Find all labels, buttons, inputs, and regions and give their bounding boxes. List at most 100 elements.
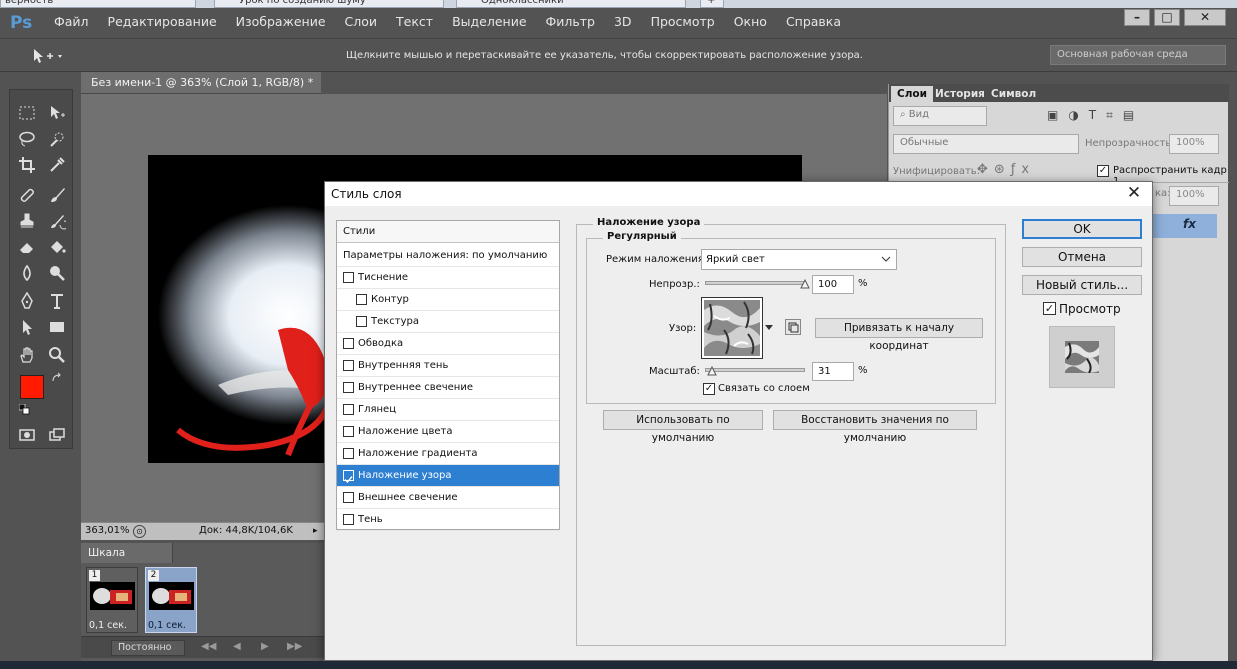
timeline-tab[interactable]: Шкала времени bbox=[81, 543, 173, 579]
blend-mode-select[interactable]: Обычные bbox=[893, 134, 1079, 154]
maximize-button[interactable]: □ bbox=[1154, 9, 1180, 26]
browser-tab[interactable]: верность bbox=[0, 0, 196, 8]
paint-bucket-tool-icon[interactable] bbox=[46, 236, 68, 258]
path-selection-tool-icon[interactable] bbox=[16, 316, 38, 338]
style-item[interactable]: Обводка bbox=[337, 333, 559, 355]
style-checkbox[interactable] bbox=[343, 272, 354, 283]
timeline-frame[interactable]: 1 0,1 сек. bbox=[86, 567, 138, 633]
fill-field[interactable]: 100% bbox=[1169, 186, 1219, 206]
browser-tab[interactable]: Одноклассники bbox=[456, 0, 686, 8]
style-checkbox[interactable] bbox=[356, 316, 367, 327]
close-window-button[interactable]: ✕ bbox=[1184, 9, 1226, 26]
layer-filter-icons[interactable]: ▣◑T⌗▤ bbox=[1047, 108, 1147, 124]
move-icon[interactable] bbox=[46, 102, 68, 124]
prev-frame-icon[interactable]: ◀ bbox=[233, 641, 241, 652]
style-item[interactable]: Контур bbox=[337, 289, 559, 311]
zoom-tool-icon[interactable] bbox=[46, 344, 68, 366]
scale-slider[interactable] bbox=[705, 368, 805, 372]
play-icon[interactable]: ▶ bbox=[261, 641, 269, 652]
scale-field[interactable]: 31 bbox=[812, 362, 854, 381]
menu-file[interactable]: Файл bbox=[54, 14, 89, 29]
preview-checkbox[interactable]: ✓ bbox=[1043, 302, 1056, 315]
minimize-button[interactable]: – bbox=[1124, 9, 1150, 26]
ok-button[interactable]: OK bbox=[1022, 219, 1142, 239]
style-checkbox[interactable] bbox=[343, 360, 354, 371]
style-item[interactable]: Внешнее свечение bbox=[337, 487, 559, 509]
opacity-slider[interactable] bbox=[705, 281, 805, 285]
style-checkbox[interactable] bbox=[343, 338, 354, 349]
first-frame-icon[interactable]: ◀◀ bbox=[201, 641, 216, 652]
menu-image[interactable]: Изображение bbox=[236, 14, 326, 29]
menu-select[interactable]: Выделение bbox=[452, 14, 526, 29]
propagate-checkbox[interactable]: ✓ bbox=[1097, 165, 1109, 177]
dodge-tool-icon[interactable] bbox=[46, 262, 68, 284]
blur-tool-icon[interactable] bbox=[16, 262, 38, 284]
style-item[interactable]: Внутренняя тень bbox=[337, 355, 559, 377]
opacity-field[interactable]: 100 bbox=[812, 275, 854, 294]
unify-icons[interactable]: ✥⊛ƒx bbox=[977, 162, 1035, 177]
layer-filter-select[interactable]: ⌕ Вид bbox=[893, 106, 987, 126]
document-tab[interactable]: Без имени-1 @ 363% (Слой 1, RGB/8) * ✕ bbox=[81, 72, 321, 111]
style-item[interactable]: Глянец bbox=[337, 399, 559, 421]
quick-selection-tool-icon[interactable] bbox=[46, 128, 68, 150]
zoom-level[interactable]: 363,01% bbox=[85, 525, 130, 536]
frame-delay[interactable]: 0,1 сек. bbox=[148, 620, 186, 631]
foreground-color-swatch[interactable] bbox=[20, 375, 44, 399]
style-checkbox[interactable] bbox=[343, 514, 354, 525]
style-checkbox[interactable] bbox=[343, 382, 354, 393]
eyedropper-tool-icon[interactable] bbox=[46, 154, 68, 176]
style-item[interactable]: Наложение узора bbox=[337, 465, 559, 487]
layer-row-selected[interactable]: fx bbox=[1153, 214, 1217, 238]
style-checkbox[interactable] bbox=[343, 448, 354, 459]
tab-character[interactable]: Символ bbox=[985, 86, 1042, 102]
tab-layers[interactable]: Слои bbox=[891, 86, 933, 102]
style-checkbox[interactable] bbox=[343, 404, 354, 415]
scale-slider-thumb[interactable] bbox=[707, 366, 717, 376]
new-preset-icon[interactable] bbox=[785, 319, 801, 335]
pen-tool-icon[interactable] bbox=[16, 290, 38, 312]
opacity-slider-thumb[interactable] bbox=[800, 279, 810, 289]
menu-3d[interactable]: 3D bbox=[614, 14, 632, 29]
menu-type[interactable]: Текст bbox=[396, 14, 433, 29]
lasso-tool-icon[interactable] bbox=[16, 128, 38, 150]
style-checkbox[interactable] bbox=[343, 492, 354, 503]
make-default-button[interactable]: Использовать по умолчанию bbox=[603, 410, 763, 444]
menu-layers[interactable]: Слои bbox=[345, 14, 378, 29]
menu-window[interactable]: Окно bbox=[734, 14, 767, 29]
eraser-tool-icon[interactable] bbox=[16, 236, 38, 258]
move-tool-icon[interactable] bbox=[30, 47, 64, 65]
tab-history[interactable]: История bbox=[929, 86, 991, 102]
type-tool-icon[interactable] bbox=[46, 290, 68, 312]
default-colors-icon[interactable] bbox=[18, 403, 30, 415]
healing-brush-tool-icon[interactable] bbox=[16, 184, 38, 206]
crop-tool-icon[interactable] bbox=[16, 154, 38, 176]
style-item[interactable]: Наложение цвета bbox=[337, 421, 559, 443]
screen-mode-icon[interactable] bbox=[46, 424, 68, 446]
quick-mask-icon[interactable] bbox=[16, 424, 38, 446]
blend-mode-select[interactable]: Яркий свет bbox=[701, 249, 897, 270]
dialog-close-button[interactable]: ✕ bbox=[1124, 184, 1144, 204]
snap-to-origin-button[interactable]: Привязать к началу координат bbox=[815, 318, 983, 352]
style-checkbox[interactable] bbox=[343, 470, 354, 484]
frame-delay[interactable]: 0,1 сек. bbox=[89, 620, 127, 631]
hand-tool-icon[interactable] bbox=[16, 344, 38, 366]
menu-view[interactable]: Просмотр bbox=[651, 14, 715, 29]
opacity-field[interactable]: 100% bbox=[1169, 134, 1219, 154]
browser-tab[interactable]: Урок по созданию шуму bbox=[214, 0, 444, 8]
clone-stamp-tool-icon[interactable] bbox=[16, 210, 38, 232]
marquee-tool-icon[interactable] bbox=[16, 102, 38, 124]
history-brush-tool-icon[interactable] bbox=[46, 210, 68, 232]
pattern-dropdown-icon[interactable] bbox=[765, 325, 773, 331]
swap-colors-icon[interactable] bbox=[51, 372, 63, 384]
style-item[interactable]: Тень bbox=[337, 509, 559, 531]
menu-filter[interactable]: Фильтр bbox=[546, 14, 595, 29]
styles-header[interactable]: Стили bbox=[337, 221, 559, 243]
menu-help[interactable]: Справка bbox=[786, 14, 841, 29]
timeline-frame[interactable]: 2 0,1 сек. bbox=[145, 567, 197, 633]
new-style-button[interactable]: Новый стиль... bbox=[1022, 275, 1142, 295]
style-item[interactable]: Текстура bbox=[337, 311, 559, 333]
blending-options-item[interactable]: Параметры наложения: по умолчанию bbox=[337, 245, 559, 267]
style-checkbox[interactable] bbox=[356, 294, 367, 305]
status-info-icon[interactable]: ⊙ bbox=[133, 525, 146, 538]
brush-tool-icon[interactable] bbox=[46, 184, 68, 206]
